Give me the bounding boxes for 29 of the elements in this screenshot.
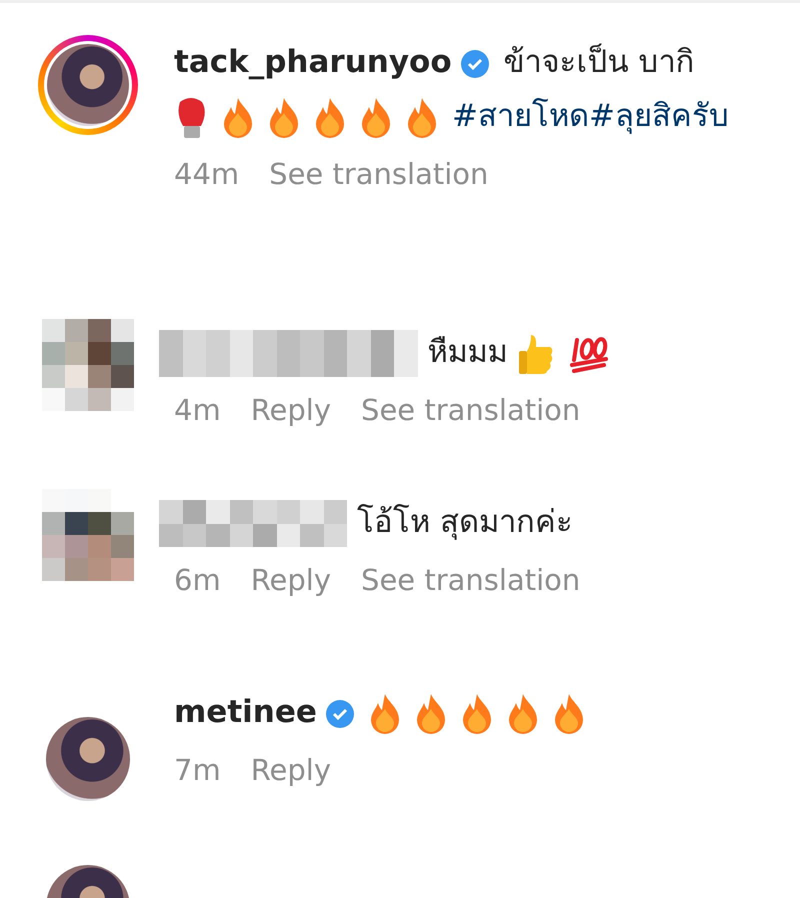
username-link[interactable]: metinee bbox=[174, 694, 317, 730]
comment-text: ข้าจะเป็น บากิ bbox=[504, 44, 694, 80]
fire-icon bbox=[314, 96, 346, 139]
action-link[interactable]: Reply bbox=[250, 753, 332, 787]
username-link[interactable]: tack_pharunyoo bbox=[174, 44, 452, 80]
fire-icon bbox=[222, 96, 254, 139]
comment-text: หืมมม bbox=[428, 334, 508, 370]
pixelated-avatar[interactable] bbox=[42, 319, 134, 411]
comment-text: โอ้โห สุดมากค่ะ bbox=[357, 504, 573, 540]
fire-icon bbox=[414, 692, 447, 735]
timestamp: 4m bbox=[174, 393, 221, 427]
fire-icon bbox=[460, 692, 493, 735]
action-link[interactable]: Reply bbox=[250, 563, 332, 597]
fire-icon bbox=[406, 96, 438, 139]
timestamp: 6m bbox=[174, 563, 221, 597]
action-link[interactable]: See translation bbox=[269, 157, 488, 191]
fire-icon bbox=[506, 692, 539, 735]
fire-icon bbox=[368, 692, 401, 735]
pixelated-avatar[interactable] bbox=[42, 489, 134, 581]
thumbs-up-icon bbox=[517, 332, 556, 375]
action-link[interactable]: See translation bbox=[361, 563, 580, 597]
timestamp: 44m bbox=[174, 157, 240, 191]
fire-icon bbox=[360, 96, 392, 139]
action-link[interactable]: Reply bbox=[250, 393, 332, 427]
fire-icon bbox=[268, 96, 300, 139]
action-link[interactable]: See translation bbox=[361, 393, 580, 427]
hashtag-link[interactable]: #สายโหด#ลุยสิครับ bbox=[452, 98, 729, 134]
fire-icon bbox=[552, 692, 585, 735]
timestamp: 7m bbox=[174, 753, 221, 787]
